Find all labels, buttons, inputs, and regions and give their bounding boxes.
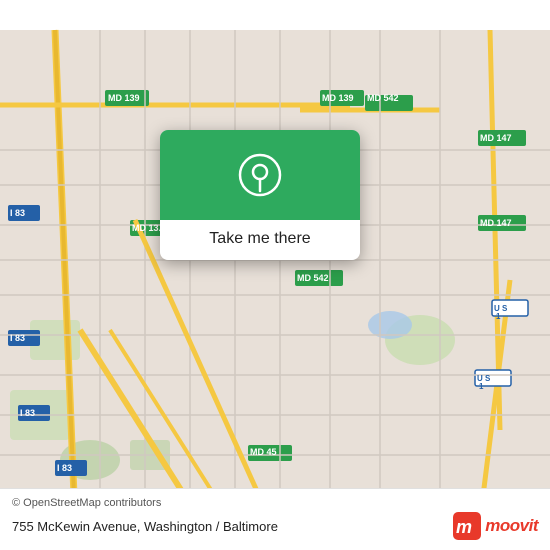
svg-text:I 83: I 83: [10, 208, 25, 218]
svg-text:MD 542: MD 542: [367, 93, 399, 103]
moovit-m-icon: m: [453, 512, 481, 540]
address-row: 755 McKewin Avenue, Washington / Baltimo…: [12, 512, 538, 540]
popup-header: [160, 130, 360, 220]
map-container: I 83 I 83 I 83 I 83 MD 139 MD 139 MD 13.…: [0, 0, 550, 550]
map-background: I 83 I 83 I 83 I 83 MD 139 MD 139 MD 13.…: [0, 0, 550, 550]
location-pin-icon: [238, 153, 282, 197]
svg-text:1: 1: [496, 312, 501, 321]
take-me-there-button[interactable]: Take me there: [209, 230, 310, 248]
copyright-text: © OpenStreetMap contributors: [12, 497, 538, 509]
svg-text:MD 147: MD 147: [480, 133, 512, 143]
moovit-logo: m moovit: [453, 512, 538, 540]
moovit-label: moovit: [485, 516, 538, 536]
svg-text:m: m: [456, 517, 472, 537]
bottom-bar: © OpenStreetMap contributors 755 McKewin…: [0, 488, 550, 550]
svg-text:I 83: I 83: [57, 463, 72, 473]
svg-text:MD 139: MD 139: [108, 93, 140, 103]
svg-text:MD 147: MD 147: [480, 218, 512, 228]
address-text: 755 McKewin Avenue, Washington / Baltimo…: [12, 519, 278, 534]
svg-text:I 83: I 83: [10, 333, 25, 343]
location-popup: Take me there: [160, 130, 360, 260]
svg-text:MD 542: MD 542: [297, 273, 329, 283]
svg-text:I 83: I 83: [20, 408, 35, 418]
svg-text:MD 139: MD 139: [322, 93, 354, 103]
popup-button-area: Take me there: [160, 220, 360, 260]
svg-text:MD 45: MD 45: [250, 447, 277, 457]
svg-text:1: 1: [479, 382, 484, 391]
